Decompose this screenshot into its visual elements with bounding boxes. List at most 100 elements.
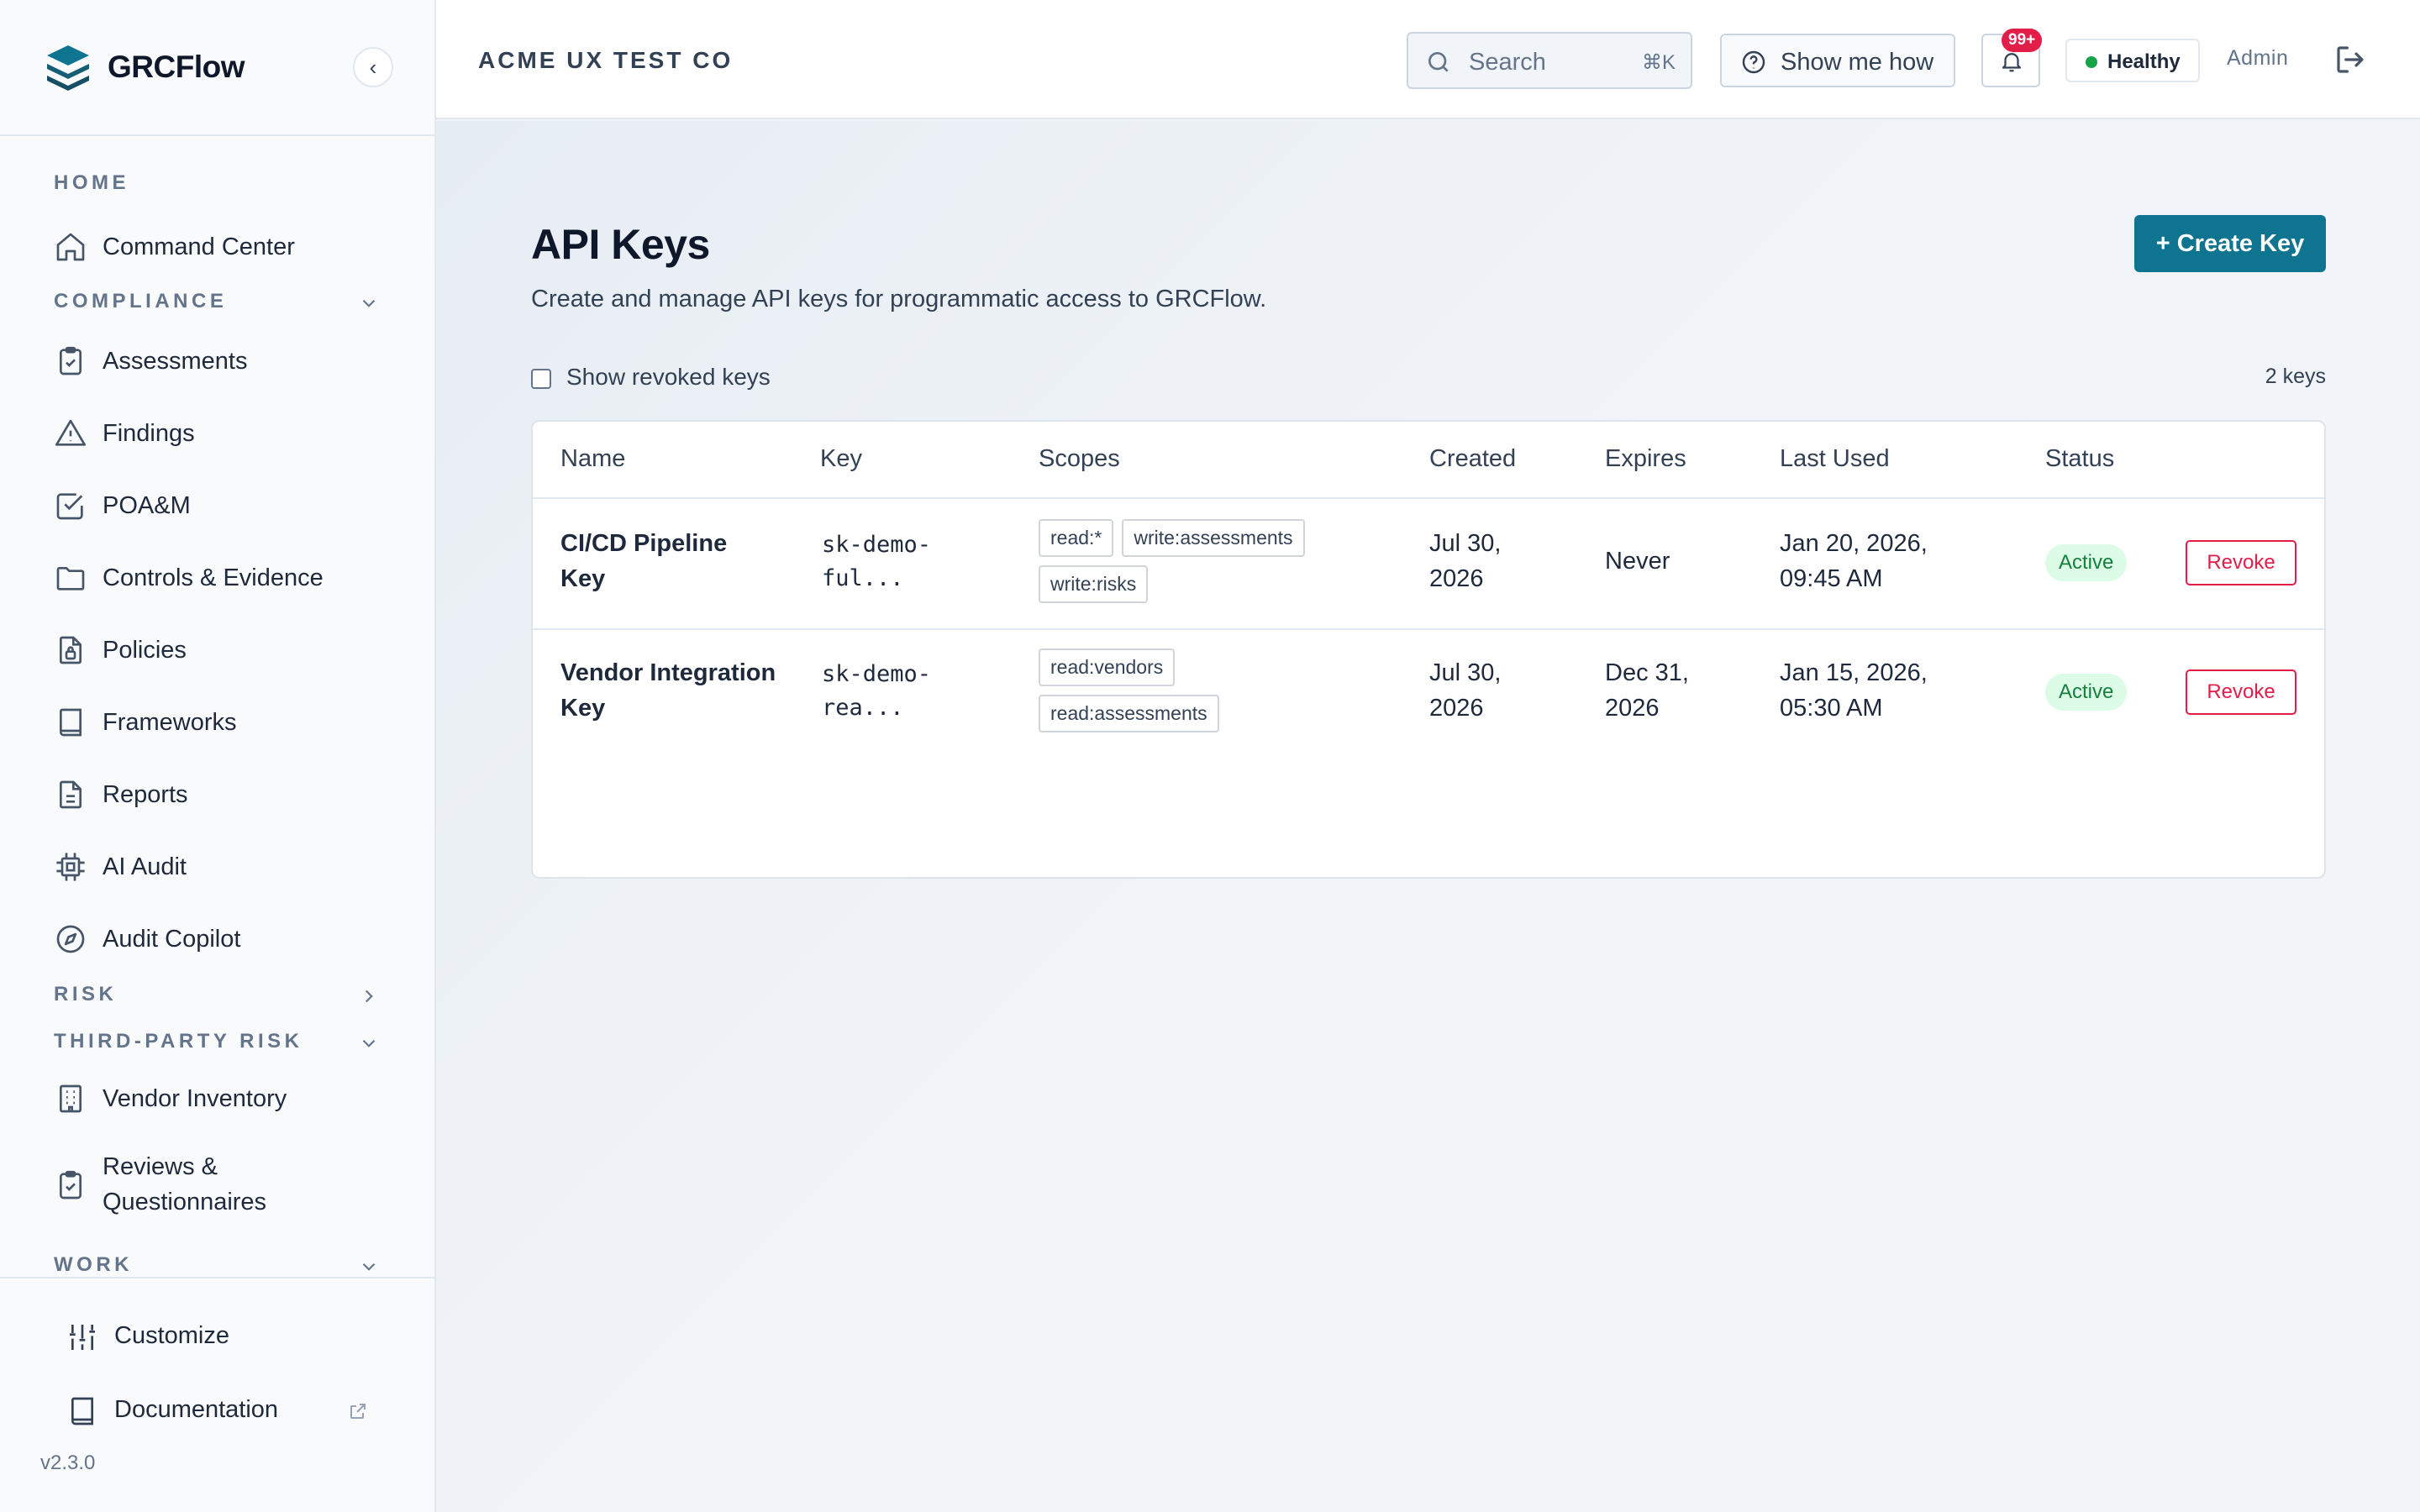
checkbox-icon [56,493,83,520]
sidebar-item-assessments[interactable]: Assessments [44,336,397,386]
create-key-button[interactable]: + Create Key [2134,215,2326,272]
folder-icon [56,567,85,591]
file-lock-icon [60,636,82,664]
logout-icon[interactable] [2333,42,2368,77]
sidebar-item-command-center[interactable]: Command Center [44,222,397,272]
search-icon [1428,52,1449,72]
sidebar-item-findings[interactable]: Findings [44,408,397,459]
book-icon [60,708,82,737]
top-header: ACME UX TEST CO Search ⌘K Show me how 99… [436,0,2420,119]
section-compliance[interactable]: COMPLIANCE [54,290,227,313]
app-version: v2.3.0 [40,1452,96,1474]
column-header-scopes: Scopes [1039,445,1120,472]
scopes-list: read:vendors read:assessments [1039,648,1291,732]
help-circle-icon [1742,50,1765,74]
sidebar-item-label: Policies [103,637,187,664]
created-date: Jul 30, [1429,659,1502,686]
sidebar-item-label: Questionnaires [103,1189,267,1215]
chevron-down-icon[interactable] [358,1256,380,1277]
table-row: CI/CD Pipeline Key sk-demo- ful... read:… [533,499,2324,628]
chevron-right-icon[interactable] [358,985,380,1007]
revoke-button[interactable]: Revoke [2186,540,2296,585]
brand-bar: GRCFlow ‹ [0,0,434,136]
sidebar-nav: HOME Command Center COMPLIANCE Assessmen… [0,136,434,1277]
home-icon [56,233,85,261]
expires-date: 2026 [1605,695,1660,722]
last-used: 09:45 AM [1780,565,1883,592]
chevron-down-icon[interactable] [358,1032,380,1054]
sidebar-item-label: Audit Copilot [103,926,241,953]
brand-name: GRCFlow [108,50,245,84]
api-keys-table: Name Key Scopes Created Expires Last Use… [531,420,2326,879]
scopes-list: read:* write:assessments write:risks [1039,519,1358,603]
customize-label: Customize [114,1322,229,1349]
collapse-sidebar-button[interactable]: ‹ [353,47,393,87]
customize-button[interactable]: Customize [50,1312,403,1362]
search-input[interactable]: Search ⌘K [1407,32,1692,89]
key-prefix: sk-demo- [822,532,932,558]
warning-icon [55,419,86,446]
section-risk[interactable]: RISK [54,983,117,1006]
health-label: Healthy [2107,50,2181,73]
sidebar-item-label: Findings [103,420,195,447]
last-used: 05:30 AM [1780,695,1883,722]
expires-date: Never [1605,548,1670,575]
show-me-how-label: Show me how [1781,49,1934,76]
search-placeholder: Search [1469,49,1546,76]
status-badge: Active [2045,674,2128,711]
sidebar-item-reports[interactable]: Reports [44,769,397,820]
sidebar-item-label: Frameworks [103,709,237,736]
health-status-badge[interactable]: Healthy [2065,39,2200,82]
sidebar-item-label: Controls & Evidence [103,564,324,591]
sidebar-item-poam[interactable]: POA&M [44,480,397,531]
sidebar-item-audit-copilot[interactable]: Audit Copilot [44,914,397,964]
key-prefix: sk-demo- [822,661,932,687]
notification-count-badge: 99+ [2002,29,2043,52]
section-third-party-risk[interactable]: THIRD-PARTY RISK [54,1030,302,1053]
sidebar-item-label: Command Center [103,234,295,260]
column-header-created: Created [1429,445,1517,472]
status-badge: Active [2045,544,2128,581]
section-work[interactable]: WORK [54,1253,133,1277]
page-title: API Keys [531,221,710,268]
table-row: Vendor Integration Key sk-demo- rea... r… [533,630,2324,759]
show-revoked-checkbox[interactable] [531,369,551,389]
scope-chip: read:vendors [1039,648,1176,686]
key-name: Key [560,565,606,592]
key-name: Vendor Integration [560,659,776,686]
sidebar-item-label: AI Audit [103,853,187,880]
sidebar-item-ai-audit[interactable]: AI Audit [44,842,397,892]
column-header-expires: Expires [1605,445,1686,472]
sidebar-footer: Customize Documentation [0,1277,434,1512]
compass-icon [56,925,85,953]
sidebar-item-label: Vendor Inventory [103,1085,287,1112]
notifications-button[interactable]: 99+ [1981,29,2043,87]
sliders-icon [70,1325,95,1350]
status-dot [2086,56,2097,68]
cpu-icon [56,853,85,881]
sidebar-item-policies[interactable]: Policies [44,625,397,675]
clipboard-check-icon [60,1170,82,1200]
revoke-button[interactable]: Revoke [2186,669,2296,715]
sidebar-item-reviews-questionnaires[interactable]: Reviews & Questionnaires [44,1147,397,1223]
page-subtitle: Create and manage API keys for programma… [531,286,1267,312]
sidebar-item-label: POA&M [103,492,191,519]
show-me-how-button[interactable]: Show me how [1720,34,1955,87]
documentation-link[interactable]: Documentation [50,1386,403,1436]
file-text-icon [60,780,82,809]
chevron-left-icon: ‹ [369,55,377,80]
scope-chip: write:assessments [1122,519,1305,557]
created-date: 2026 [1429,695,1484,722]
scope-chip: write:risks [1039,565,1149,603]
organization-name: ACME UX TEST CO [478,47,734,73]
column-header-key: Key [820,445,862,472]
sidebar: GRCFlow ‹ HOME Command Center COMPLIANCE… [0,0,436,1512]
expires-date: Dec 31, [1605,659,1689,686]
sidebar-item-vendor-inventory[interactable]: Vendor Inventory [44,1074,397,1124]
sidebar-item-frameworks[interactable]: Frameworks [44,697,397,748]
key-name: Key [560,695,606,722]
chevron-down-icon[interactable] [358,292,380,314]
user-role[interactable]: Admin [2227,46,2288,71]
sidebar-item-controls-evidence[interactable]: Controls & Evidence [44,553,397,603]
key-count: 2 keys [2265,365,2326,388]
